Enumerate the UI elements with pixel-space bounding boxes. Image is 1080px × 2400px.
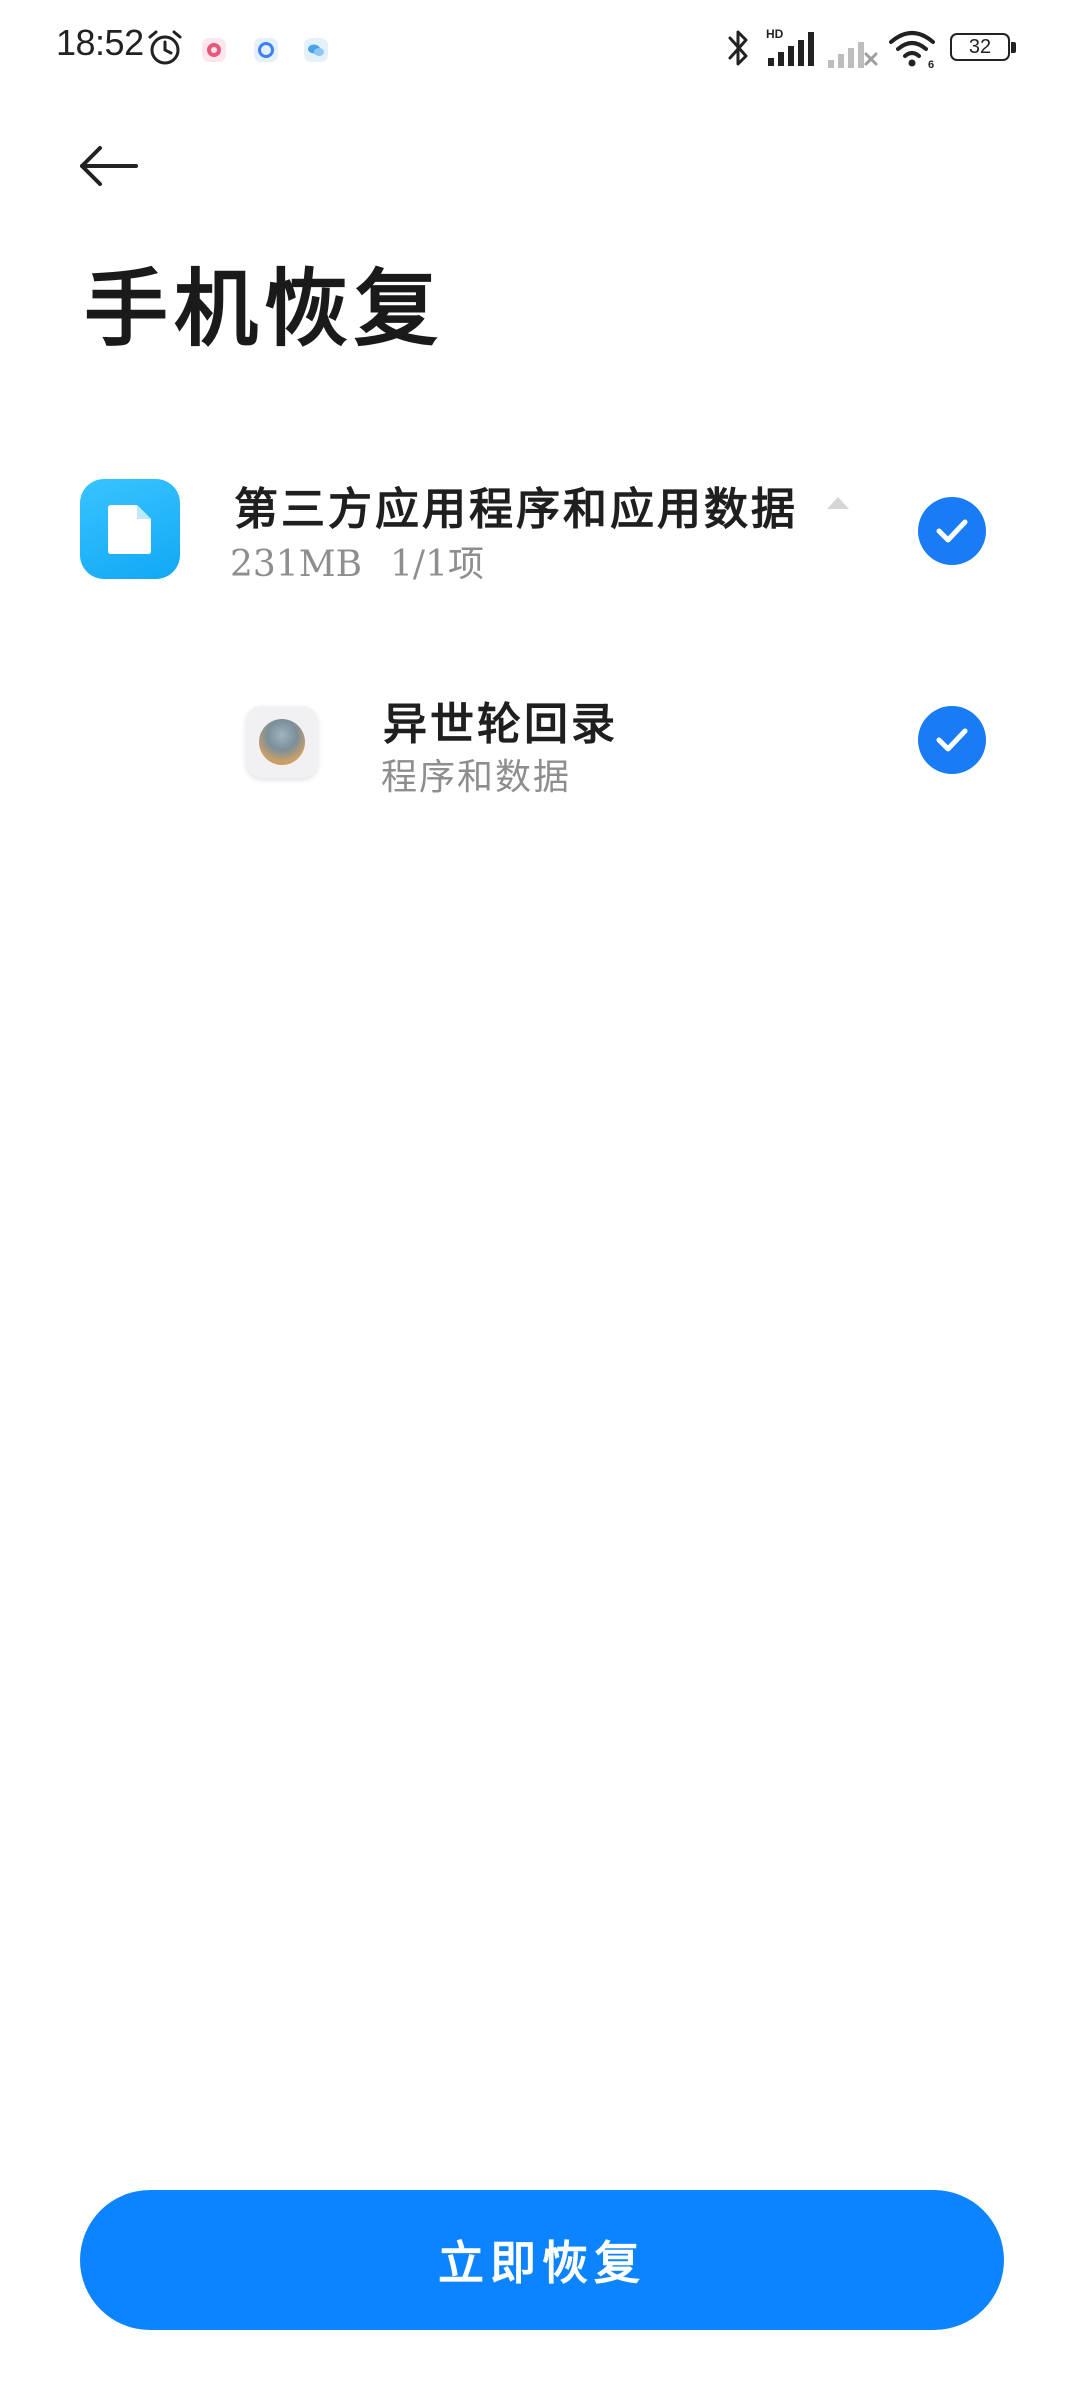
battery-icon: 32 <box>950 33 1018 63</box>
notification-icon <box>304 38 328 62</box>
app-icon <box>246 706 318 778</box>
collapse-arrow-icon[interactable] <box>825 493 851 513</box>
alarm-icon <box>148 30 182 65</box>
category-meta: 231MB 1/1项 <box>230 535 512 587</box>
status-bar: 18:52 HD 6 32 <box>0 0 1080 100</box>
checkmark-icon <box>936 519 968 543</box>
back-arrow-icon <box>80 146 138 186</box>
category-icon <box>80 479 180 579</box>
page-title: 手机恢复 <box>84 259 445 358</box>
file-icon <box>108 505 151 554</box>
category-title: 第三方应用程序和应用数据 <box>234 484 798 535</box>
restore-now-button[interactable]: 立即恢复 <box>80 2190 1004 2330</box>
category-row[interactable]: 第三方应用程序和应用数据 231MB 1/1项 <box>0 445 1080 615</box>
signal-icon <box>828 42 878 68</box>
app-checkbox[interactable] <box>918 706 986 774</box>
app-description: 程序和数据 <box>381 757 572 798</box>
category-checkbox[interactable] <box>918 497 986 565</box>
status-time: 18:52 <box>56 22 144 63</box>
back-button[interactable] <box>70 128 146 204</box>
notification-icon <box>254 38 278 62</box>
svg-text:HD: HD <box>766 27 784 41</box>
signal-hd-icon: HD <box>766 27 814 66</box>
app-name: 异世轮回录 <box>383 699 618 750</box>
category-size: 231MB <box>230 544 363 585</box>
battery-level: 32 <box>968 36 992 58</box>
svg-text:6: 6 <box>928 59 934 70</box>
notification-icon <box>202 38 226 62</box>
wifi-icon: 6 <box>889 31 935 70</box>
bluetooth-icon <box>728 30 748 66</box>
category-count: 1/1项 <box>390 544 484 585</box>
app-row[interactable]: 异世轮回录 程序和数据 <box>0 660 1080 820</box>
checkmark-icon <box>936 728 968 752</box>
